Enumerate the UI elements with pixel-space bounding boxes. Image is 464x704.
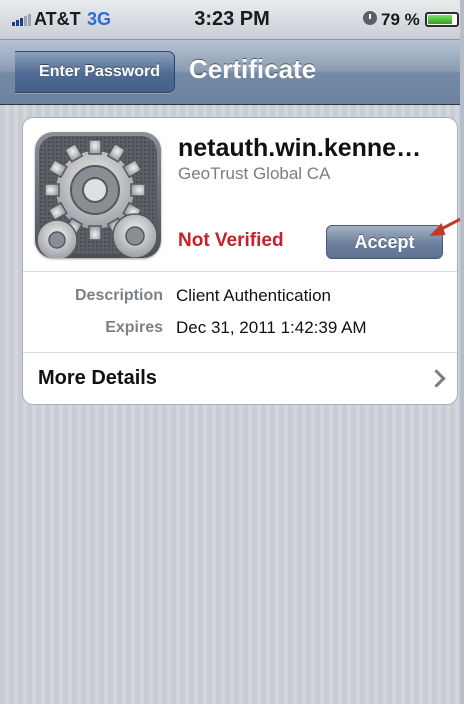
more-details-row[interactable]: More Details xyxy=(23,353,457,405)
more-details-label: More Details xyxy=(38,367,157,389)
back-button[interactable]: Enter Password xyxy=(0,47,175,98)
annotation-arrow-icon xyxy=(429,215,464,236)
certificate-card: netauth.win.kenne… GeoTrust Global CA No… xyxy=(22,117,458,405)
certificate-name: netauth.win.kenne… xyxy=(178,134,422,162)
expires-value: Dec 31, 2011 1:42:39 AM xyxy=(176,318,367,337)
back-button-label: Enter Password xyxy=(39,63,160,80)
description-label: Description xyxy=(74,287,163,304)
back-arrow-icon xyxy=(0,47,35,98)
divider xyxy=(23,271,457,272)
chevron-right-icon xyxy=(427,369,446,388)
description-value: Client Authentication xyxy=(176,286,331,305)
window-edge xyxy=(460,0,464,704)
content-area: netauth.win.kenne… GeoTrust Global CA No… xyxy=(0,105,464,704)
status-bar: AT&T 3G 3:23 PM 79 % xyxy=(0,0,464,40)
verification-status: Not Verified xyxy=(178,230,284,251)
navigation-bar: Enter Password Certificate xyxy=(0,40,464,105)
battery-percent: 79 % xyxy=(381,10,420,29)
settings-gears-icon xyxy=(35,132,161,258)
expires-label: Expires xyxy=(105,319,163,336)
alarm-icon xyxy=(363,11,377,25)
page-title: Certificate xyxy=(189,54,317,84)
certificate-issuer: GeoTrust Global CA xyxy=(178,164,331,183)
battery-icon xyxy=(425,12,459,27)
